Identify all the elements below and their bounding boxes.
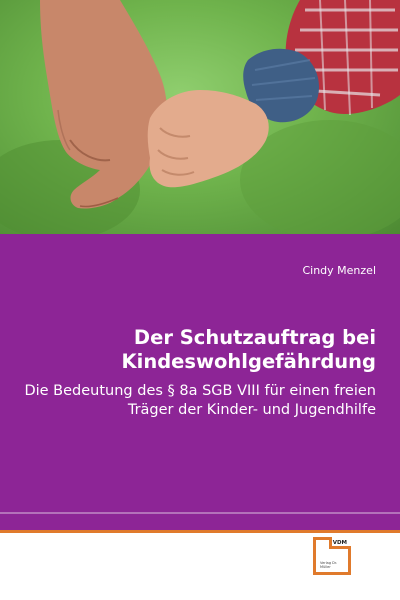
book-subtitle: Die Bedeutung des § 8a SGB VIII für eine… (24, 383, 376, 418)
title-panel: Cindy Menzel Der Schutzauftrag bei Kinde… (0, 234, 400, 530)
publisher-logo-mark: VDM (332, 540, 347, 546)
child-sleeve (243, 0, 400, 123)
author-name: Cindy Menzel (302, 264, 376, 277)
accent-line (0, 530, 400, 533)
publisher-logo: VDM Verlag Dr. Müller (313, 537, 351, 575)
book-cover: Cindy Menzel Der Schutzauftrag bei Kinde… (0, 0, 400, 600)
publisher-logo-sub: Verlag Dr. Müller (320, 561, 338, 569)
divider-line (0, 512, 400, 514)
book-title: Der Schutzauftrag bei Kindeswohlgefährdu… (121, 326, 376, 373)
hands-illustration (0, 0, 400, 234)
cover-photo (0, 0, 400, 234)
